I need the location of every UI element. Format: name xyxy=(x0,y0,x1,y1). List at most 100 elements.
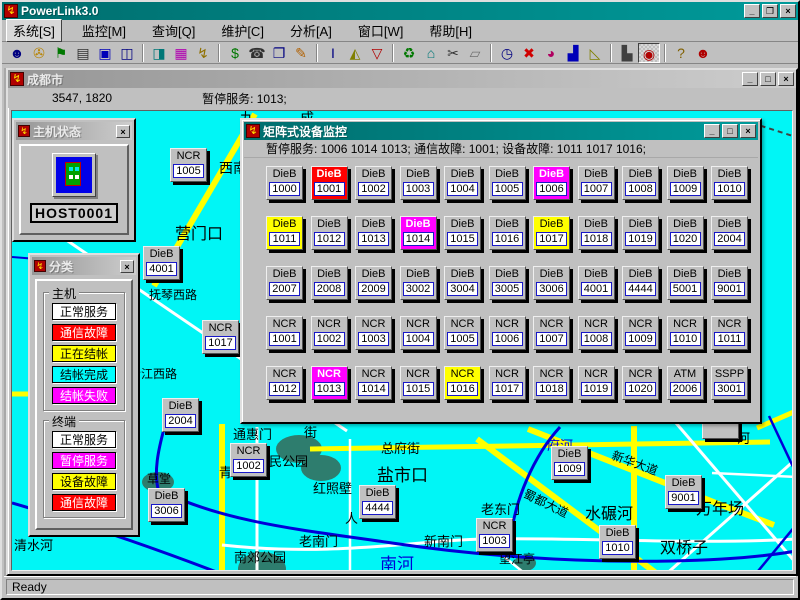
scissors-icon[interactable]: ✂ xyxy=(442,43,464,63)
device-button-NCR-1008[interactable]: NCR1008 xyxy=(578,316,615,350)
device-button-DieB-1017[interactable]: DieB1017 xyxy=(533,216,570,250)
main-titlebar[interactable]: ↯ PowerLink3.0 _ ❐ × xyxy=(2,2,798,20)
device-button-DieB-9001[interactable]: DieB9001 xyxy=(665,475,702,509)
device-button-DieB-1008[interactable]: DieB1008 xyxy=(622,166,659,200)
exit-door-icon[interactable]: ◫ xyxy=(116,43,138,63)
help-icon[interactable]: ? xyxy=(670,43,692,63)
flag-icon[interactable]: ⚑ xyxy=(50,43,72,63)
building-icon[interactable]: ▙ xyxy=(616,43,638,63)
device-button-NCR-1012[interactable]: NCR1012 xyxy=(266,366,303,400)
money-bag-icon[interactable]: $ xyxy=(224,43,246,63)
device-button-DieB-5001[interactable]: DieB5001 xyxy=(667,266,704,300)
device-button-DieB-3004[interactable]: DieB3004 xyxy=(444,266,481,300)
refresh-icon[interactable]: ♻ xyxy=(398,43,420,63)
device-button-NCR-1004[interactable]: NCR1004 xyxy=(400,316,437,350)
brush-icon[interactable]: ✎ xyxy=(290,43,312,63)
cascade-windows-icon[interactable]: ❐ xyxy=(268,43,290,63)
matrix-view-icon[interactable]: ▦ xyxy=(170,43,192,63)
device-button-NCR-1014[interactable]: NCR1014 xyxy=(355,366,392,400)
clock-icon[interactable]: ◷ xyxy=(496,43,518,63)
device-button-NCR-1005[interactable]: NCR1005 xyxy=(444,316,481,350)
bank-icon[interactable]: ⌂ xyxy=(420,43,442,63)
device-button-SSPP-3001[interactable]: SSPP3001 xyxy=(711,366,748,400)
device-button-DieB-2004[interactable]: DieB2004 xyxy=(162,398,199,432)
device-button-NCR-1002[interactable]: NCR1002 xyxy=(311,316,348,350)
printer-icon[interactable]: ▤ xyxy=(72,43,94,63)
matrix-close-button[interactable]: × xyxy=(740,124,756,138)
map-view-icon[interactable]: ◨ xyxy=(148,43,170,63)
device-button-DieB-1015[interactable]: DieB1015 xyxy=(444,216,481,250)
menu-window[interactable]: 窗口[W] xyxy=(352,20,410,41)
host-button[interactable] xyxy=(52,153,96,197)
device-button-DieB-1011[interactable]: DieB1011 xyxy=(266,216,303,250)
device-button-NCR-1017[interactable]: NCR1017 xyxy=(202,320,239,354)
device-button-DieB-2007[interactable]: DieB2007 xyxy=(266,266,303,300)
device-button-DieB-1014[interactable]: DieB1014 xyxy=(400,216,437,250)
device-button-NCR-1005[interactable]: NCR1005 xyxy=(170,148,207,182)
menu-analyze[interactable]: 分析[A] xyxy=(284,20,338,41)
device-button-NCR-1019[interactable]: NCR1019 xyxy=(578,366,615,400)
bar-chart-icon[interactable]: ▟ xyxy=(562,43,584,63)
device-button-NCR-1017[interactable]: NCR1017 xyxy=(489,366,526,400)
device-button-NCR-1016[interactable]: NCR1016 xyxy=(444,366,481,400)
device-button-DieB-1020[interactable]: DieB1020 xyxy=(667,216,704,250)
pie-chart-icon[interactable]: ◕ xyxy=(540,43,562,63)
agent-icon[interactable]: ☻ xyxy=(692,43,714,63)
key-icon[interactable]: ✇ xyxy=(28,43,50,63)
legend-close-button[interactable]: × xyxy=(120,260,134,273)
device-button-NCR-1006[interactable]: NCR1006 xyxy=(489,316,526,350)
minimize-button[interactable]: _ xyxy=(744,4,760,18)
device-button-DieB-1013[interactable]: DieB1013 xyxy=(355,216,392,250)
device-button-DieB-4001[interactable]: DieB4001 xyxy=(143,246,180,280)
device-button-DieB-1019[interactable]: DieB1019 xyxy=(622,216,659,250)
menu-system[interactable]: 系统[S] xyxy=(6,19,62,42)
matrix-maximize-button[interactable]: □ xyxy=(722,124,738,138)
device-button-NCR-1013[interactable]: NCR1013 xyxy=(311,366,348,400)
device-button-DieB-9001[interactable]: DieB9001 xyxy=(711,266,748,300)
device-button-DieB-1000[interactable]: DieB1000 xyxy=(266,166,303,200)
device-button-DieB-3005[interactable]: DieB3005 xyxy=(489,266,526,300)
device-button-DieB-1009[interactable]: DieB1009 xyxy=(667,166,704,200)
device-button-NCR-1007[interactable]: NCR1007 xyxy=(533,316,570,350)
device-button-NCR-1009[interactable]: NCR1009 xyxy=(622,316,659,350)
device-button-DieB-2004[interactable]: DieB2004 xyxy=(711,216,748,250)
device-button-DieB-4001[interactable]: DieB4001 xyxy=(578,266,615,300)
device-button-DieB-1016[interactable]: DieB1016 xyxy=(489,216,526,250)
device-button-DieB-1004[interactable]: DieB1004 xyxy=(444,166,481,200)
device-button-NCR-1003[interactable]: NCR1003 xyxy=(476,518,513,552)
beam-icon[interactable]: I xyxy=(322,43,344,63)
device-button-DieB-1012[interactable]: DieB1012 xyxy=(311,216,348,250)
menu-help[interactable]: 帮助[H] xyxy=(423,20,478,41)
funnel-icon[interactable]: ▽ xyxy=(366,43,388,63)
device-button-DieB-1001[interactable]: DieB1001 xyxy=(311,166,348,200)
device-button-NCR-1002[interactable]: NCR1002 xyxy=(230,443,267,477)
protractor-icon[interactable]: ◺ xyxy=(584,43,606,63)
device-button-DieB-2008[interactable]: DieB2008 xyxy=(311,266,348,300)
device-button-ATM-2006[interactable]: ATM2006 xyxy=(667,366,704,400)
device-button-DieB-1003[interactable]: DieB1003 xyxy=(400,166,437,200)
city-maximize-button[interactable]: □ xyxy=(760,72,776,86)
menu-monitor[interactable]: 监控[M] xyxy=(76,20,132,41)
matrix-minimize-button[interactable]: _ xyxy=(704,124,720,138)
device-button-DieB-4444[interactable]: DieB4444 xyxy=(359,485,396,519)
sign-icon[interactable]: ◭ xyxy=(344,43,366,63)
host-close-button[interactable]: × xyxy=(116,125,130,138)
city-titlebar[interactable]: ↯ 成都市 _ □ × xyxy=(8,70,796,88)
phone-icon[interactable]: ☎ xyxy=(246,43,268,63)
hp-help-icon[interactable]: ▣ xyxy=(94,43,116,63)
menu-maintain[interactable]: 维护[C] xyxy=(215,20,270,41)
device-button-DieB-1009[interactable]: DieB1009 xyxy=(551,446,588,480)
lightning-icon[interactable]: ↯ xyxy=(192,43,214,63)
device-button-DieB-1010[interactable]: DieB1010 xyxy=(599,525,636,559)
device-button-DieB-1007[interactable]: DieB1007 xyxy=(578,166,615,200)
device-button-DieB-2009[interactable]: DieB2009 xyxy=(355,266,392,300)
device-button-NCR-1001[interactable]: NCR1001 xyxy=(266,316,303,350)
device-button-DieB-3002[interactable]: DieB3002 xyxy=(400,266,437,300)
radar-icon[interactable]: ◉ xyxy=(638,43,660,63)
menu-query[interactable]: 查询[Q] xyxy=(146,20,201,41)
close-button[interactable]: × xyxy=(780,4,796,18)
device-button-DieB-4444[interactable]: DieB4444 xyxy=(622,266,659,300)
monitor-icon[interactable]: ☻ xyxy=(6,43,28,63)
city-close-button[interactable]: × xyxy=(778,72,794,86)
host-titlebar[interactable]: ↯ 主机状态 × xyxy=(16,122,132,140)
